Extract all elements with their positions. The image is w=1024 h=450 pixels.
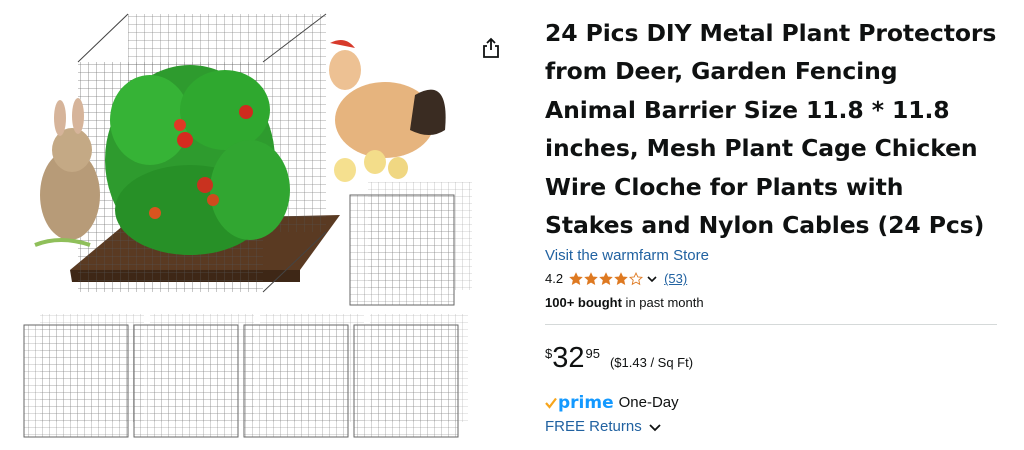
- rating-row: 4.2 (53): [545, 270, 1005, 288]
- title-line: from Deer, Garden Fencing: [545, 57, 898, 86]
- tomato-plant: [105, 65, 290, 255]
- star-icon: [569, 272, 583, 286]
- chevron-down-icon: [649, 424, 661, 432]
- title-line: Animal Barrier Size 11.8 * 11.8: [545, 95, 950, 124]
- store-link[interactable]: Visit the warmfarm Store: [545, 246, 1005, 266]
- price-row: $ 32 95 ($1.43 / Sq Ft): [545, 341, 1005, 375]
- title-line: 24 Pics DIY Metal Plant Protectors: [545, 19, 997, 47]
- star-icon: [584, 272, 598, 286]
- bought-info: 100+ bought in past month: [545, 294, 1005, 312]
- unit-price: ($1.43 / Sq Ft): [609, 355, 694, 371]
- product-photo: [23, 13, 472, 438]
- prime-delivery-option: One-Day: [618, 394, 679, 412]
- product-details: 24 Pics DIY Metal Plant Protectors from …: [545, 14, 1005, 437]
- rating-count-link[interactable]: (53): [664, 270, 687, 288]
- product-title: 24 Pics DIY Metal Plant Protectors from …: [545, 14, 1005, 244]
- title-line: Wire Cloche for Plants with: [545, 172, 904, 201]
- prime-logo: prime: [558, 393, 614, 414]
- share-icon: [483, 37, 499, 58]
- free-returns-link[interactable]: FREE Returns: [545, 417, 1005, 437]
- star-icon: [614, 272, 628, 286]
- price-whole: 32: [552, 342, 585, 375]
- chevron-down-icon[interactable]: [646, 273, 658, 285]
- prime-delivery-row: prime One-Day: [545, 393, 1005, 413]
- price-currency: $: [545, 346, 553, 362]
- bought-period: in past month: [621, 295, 704, 311]
- title-line: Stakes and Nylon Cables (24 Pcs): [545, 211, 985, 240]
- chicken-illustration: [329, 39, 446, 182]
- star-icon: [629, 272, 644, 286]
- price-fraction: 95: [585, 346, 600, 362]
- cage-row: [23, 314, 468, 438]
- divider: [545, 324, 997, 326]
- free-returns-label: FREE Returns: [545, 418, 642, 436]
- prime-check-icon: [545, 398, 557, 410]
- bought-count: 100+ bought: [545, 295, 622, 311]
- star-icon: [599, 272, 613, 286]
- product-image[interactable]: [0, 0, 480, 450]
- rating-value: 4.2: [545, 271, 564, 287]
- star-rating[interactable]: [569, 272, 644, 286]
- title-line: inches, Mesh Plant Cage Chicken: [545, 134, 978, 163]
- share-button[interactable]: [478, 34, 504, 62]
